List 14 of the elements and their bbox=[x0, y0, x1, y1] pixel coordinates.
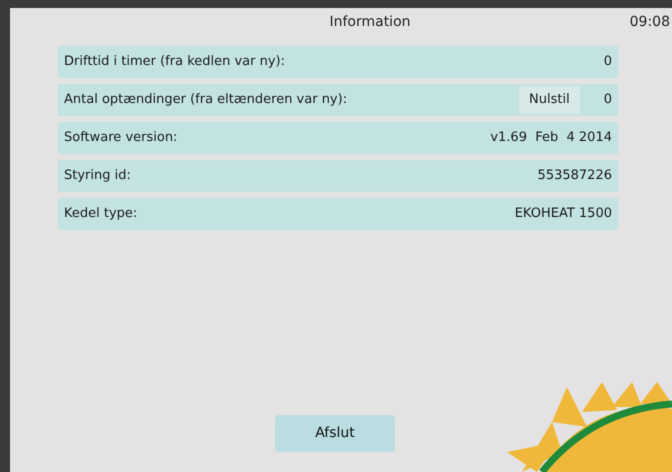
row-value: 0 bbox=[604, 91, 612, 110]
row-value: v1.69 Feb 4 2014 bbox=[490, 129, 612, 148]
row-value: 0 bbox=[604, 53, 612, 72]
row-label: Kedel type: bbox=[64, 205, 138, 224]
clock-time: 09:08 bbox=[630, 12, 670, 32]
row-value: 553587226 bbox=[538, 167, 612, 186]
row-label: Styring id: bbox=[64, 167, 131, 186]
row-label: Software version: bbox=[64, 129, 178, 148]
screen-title: Information bbox=[328, 12, 412, 32]
row-value: EKOHEAT 1500 bbox=[514, 205, 612, 224]
row-label: Drifttid i timer (fra kedlen var ny): bbox=[64, 53, 286, 72]
reset-button[interactable]: Nulstil bbox=[519, 86, 580, 114]
exit-button[interactable]: Afslut bbox=[275, 415, 395, 452]
row-label: Antal optændinger (fra eltænderen var ny): bbox=[64, 91, 348, 110]
